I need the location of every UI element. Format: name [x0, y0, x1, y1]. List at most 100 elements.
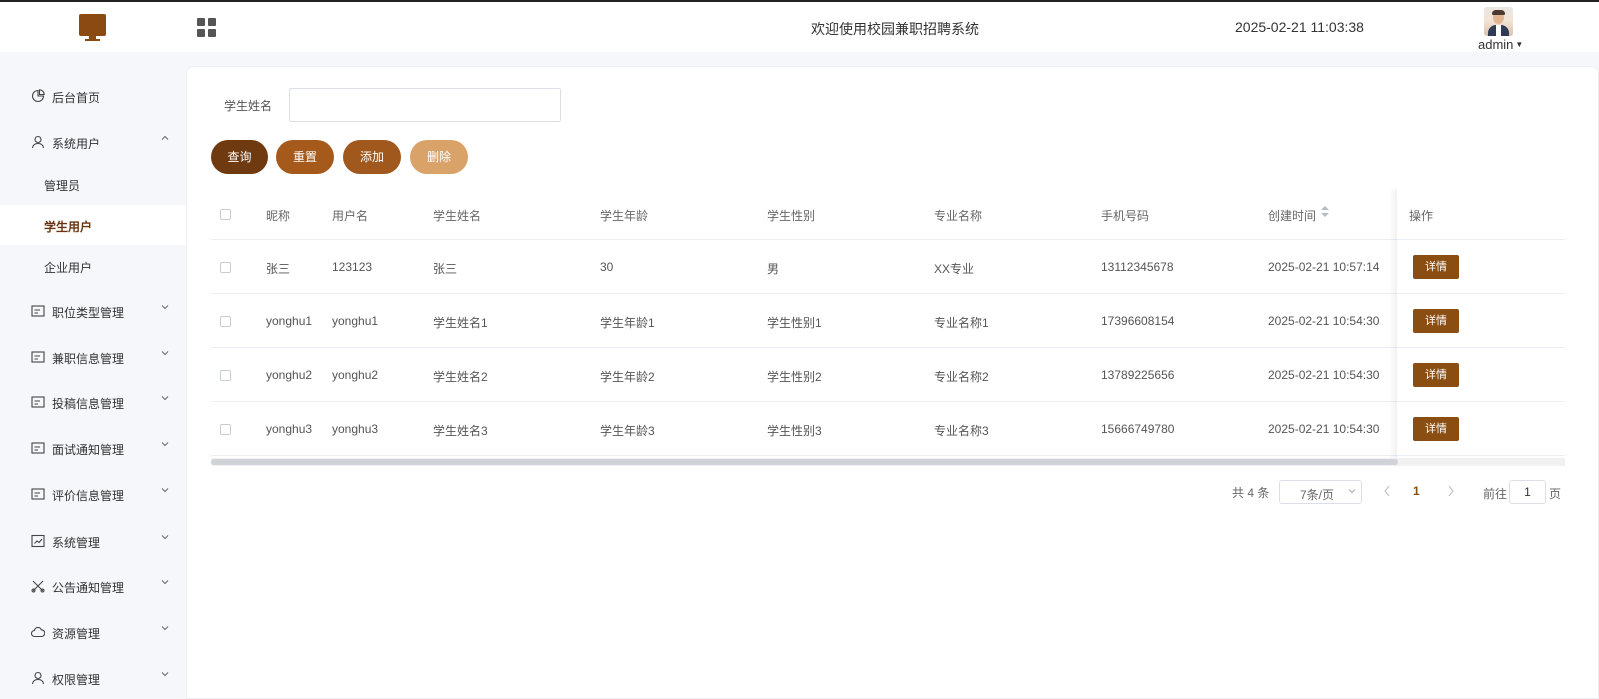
sidebar-subitem-label: 管理员 [44, 179, 81, 193]
row-checkbox[interactable] [220, 370, 231, 381]
scrollbar-thumb[interactable] [211, 459, 1398, 465]
chevron-down-icon: ▼ [1515, 40, 1524, 49]
sidebar-subitem-company-users[interactable]: 企业用户 [0, 246, 186, 286]
row-checkbox[interactable] [220, 424, 231, 435]
sidebar-item-resources[interactable]: 资源管理 [0, 612, 186, 652]
add-button[interactable]: 添加 [343, 140, 401, 174]
sidebar-subitem-label: 企业用户 [44, 261, 93, 275]
cell-major: 专业名称3 [934, 424, 989, 438]
column-header-actions: 操作 [1409, 209, 1434, 223]
chevron-down-icon [161, 672, 169, 677]
cloud-icon [31, 626, 45, 638]
pie-chart-icon [31, 89, 45, 103]
list-icon [31, 351, 45, 363]
user-menu[interactable]: admin ▼ [1478, 37, 1523, 52]
cell-student-age: 学生年龄3 [600, 424, 655, 438]
list-icon [31, 442, 45, 454]
column-header: 学生年龄 [600, 209, 649, 223]
sidebar-item-label: 兼职信息管理 [52, 352, 125, 366]
list-icon [31, 488, 45, 500]
page-number-current[interactable]: 1 [1413, 484, 1420, 498]
chevron-down-icon [161, 305, 169, 310]
sidebar-item-label: 评价信息管理 [52, 489, 125, 503]
sidebar-item-job-type[interactable]: 职位类型管理 [0, 291, 186, 331]
cell-created-time: 2025-02-21 10:57:14 [1268, 260, 1380, 274]
detail-button[interactable]: 详情 [1413, 255, 1459, 279]
cell-username: yonghu2 [332, 368, 379, 382]
cell-student-gender: 男 [767, 262, 780, 276]
sidebar-item-label: 系统用户 [52, 137, 101, 151]
goto-page-input[interactable] [1509, 480, 1546, 504]
current-datetime: 2025-02-21 11:03:38 [1235, 19, 1364, 35]
actions-column: 操作 详情 详情 详情 详情 [1397, 188, 1565, 464]
grid-menu-icon[interactable] [197, 18, 216, 37]
student-name-label: 学生姓名 [224, 99, 273, 113]
detail-button[interactable]: 详情 [1413, 309, 1459, 333]
cell-student-name: 学生姓名1 [433, 316, 488, 330]
actions-cell: 详情 [1397, 294, 1565, 348]
row-checkbox[interactable] [220, 262, 231, 273]
sidebar-item-announcement[interactable]: 公告通知管理 [0, 566, 186, 606]
sidebar-item-label: 职位类型管理 [52, 306, 125, 320]
list-icon [31, 396, 45, 408]
sidebar-item-submission-info[interactable]: 投稿信息管理 [0, 382, 186, 422]
cell-nickname: yonghu2 [266, 368, 313, 382]
cell-created-time: 2025-02-21 10:54:30 [1268, 422, 1380, 436]
actions-cell: 详情 [1397, 348, 1565, 402]
cell-student-name: 张三 [433, 262, 458, 276]
sidebar-item-parttime-info[interactable]: 兼职信息管理 [0, 337, 186, 377]
top-bar: 欢迎使用校园兼职招聘系统 2025-02-21 11:03:38 admin ▼ [0, 0, 1599, 52]
horizontal-scrollbar[interactable] [211, 458, 1565, 466]
sidebar-item-permissions[interactable]: 权限管理 [0, 658, 186, 698]
sidebar-item-label: 面试通知管理 [52, 443, 125, 457]
cell-student-gender: 学生性别2 [767, 370, 822, 384]
chevron-down-icon [161, 442, 169, 447]
chevron-left-icon[interactable] [1381, 483, 1393, 499]
sidebar-subitem-label: 学生用户 [44, 220, 93, 234]
sidebar-item-label: 后台首页 [52, 91, 101, 105]
reset-button[interactable]: 重置 [276, 140, 334, 174]
chevron-down-icon [161, 535, 169, 540]
sidebar-subitem-student-users[interactable]: 学生用户 [0, 205, 186, 245]
cell-student-name: 学生姓名3 [433, 424, 488, 438]
chevron-right-icon[interactable] [1445, 483, 1457, 499]
chevron-down-icon [161, 351, 169, 356]
cell-student-gender: 学生性别1 [767, 316, 822, 330]
delete-button[interactable]: 删除 [410, 140, 468, 174]
cell-student-age: 学生年龄1 [600, 316, 655, 330]
cell-created-time: 2025-02-21 10:54:30 [1268, 314, 1380, 328]
sidebar-item-interview-notice[interactable]: 面试通知管理 [0, 428, 186, 468]
column-header-created-time[interactable]: 创建时间 [1268, 207, 1316, 224]
select-all-checkbox[interactable] [220, 209, 231, 220]
chevron-up-icon [161, 135, 169, 140]
sidebar-subitem-admin[interactable]: 管理员 [0, 164, 186, 204]
cell-username: 123123 [332, 260, 373, 274]
sidebar-item-dashboard[interactable]: 后台首页 [0, 76, 186, 116]
page-size-select[interactable]: 7条/页 [1279, 480, 1362, 504]
sidebar-item-evaluation-info[interactable]: 评价信息管理 [0, 474, 186, 514]
table-row: yonghu2 yonghu2 学生姓名2 学生年龄2 学生性别2 专业名称2 … [211, 348, 1565, 402]
column-header: 学生姓名 [433, 209, 482, 223]
cell-student-age: 30 [600, 260, 614, 274]
sort-icon[interactable] [1321, 205, 1329, 219]
cell-nickname: yonghu1 [266, 314, 313, 328]
cell-nickname: 张三 [266, 262, 291, 276]
detail-button[interactable]: 详情 [1413, 363, 1459, 387]
cell-major: 专业名称2 [934, 370, 989, 384]
detail-button[interactable]: 详情 [1413, 417, 1459, 441]
cell-created-time: 2025-02-21 10:54:30 [1268, 368, 1380, 382]
goto-prefix: 前往 [1483, 487, 1508, 501]
row-checkbox[interactable] [220, 316, 231, 327]
user-icon [31, 135, 45, 149]
cell-student-age: 学生年龄2 [600, 370, 655, 384]
sidebar-item-label: 系统管理 [52, 536, 101, 550]
sidebar-item-system-users[interactable]: 系统用户 [0, 122, 186, 162]
sidebar-item-label: 投稿信息管理 [52, 397, 125, 411]
sidebar-item-system-management[interactable]: 系统管理 [0, 521, 186, 561]
chevron-down-icon [161, 626, 169, 631]
cell-phone: 13112345678 [1101, 260, 1174, 274]
student-name-input[interactable] [289, 88, 561, 122]
welcome-title: 欢迎使用校园兼职招聘系统 [811, 21, 979, 37]
avatar[interactable] [1484, 7, 1513, 36]
query-button[interactable]: 查询 [211, 140, 268, 174]
